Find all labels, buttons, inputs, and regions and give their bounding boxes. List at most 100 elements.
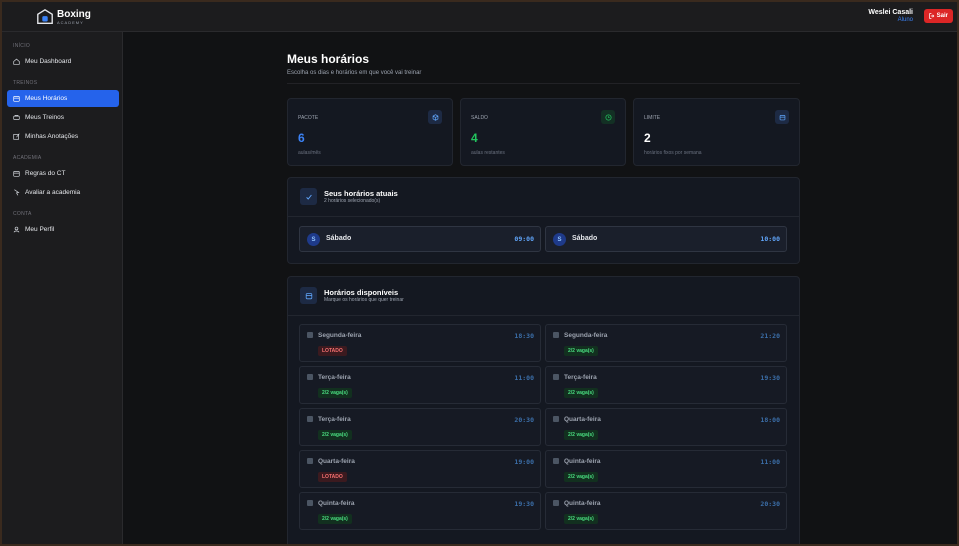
- main-content: Meus horários Escolha os dias e horários…: [123, 32, 957, 544]
- status-badge: 2/2 vaga(s): [564, 346, 598, 356]
- slot-checkbox[interactable]: [307, 374, 313, 380]
- slot-time: 20:30: [514, 416, 534, 424]
- sidebar-section-conta: CONTA: [13, 211, 32, 217]
- available-slot[interactable]: Quarta-feira 18:00 2/2 vaga(s): [545, 408, 787, 446]
- current-schedule-subtitle: 2 horários selecionado(s): [324, 198, 381, 204]
- status-badge: 2/2 vaga(s): [318, 388, 352, 398]
- current-slot[interactable]: S Sábado 10:00: [545, 226, 787, 252]
- logout-icon: [928, 13, 934, 19]
- page-subtitle: Escolha os dias e horários em que você v…: [287, 70, 422, 76]
- slot-time: 09:00: [514, 235, 534, 243]
- slot-day: Sábado: [326, 235, 352, 242]
- logout-label: Sair: [936, 13, 948, 19]
- divider: [288, 216, 799, 217]
- status-badge: LOTADO: [318, 346, 347, 356]
- boxing-logo-icon: [37, 9, 53, 24]
- available-slot[interactable]: Terça-feira 20:30 2/2 vaga(s): [299, 408, 541, 446]
- available-slot[interactable]: Quarta-feira 19:00 LOTADO: [299, 450, 541, 488]
- slot-day: Quinta-feira: [318, 500, 355, 507]
- sidebar-item-regras-do-ct[interactable]: Regras do CT: [7, 165, 119, 182]
- slot-day: Segunda-feira: [564, 332, 608, 339]
- status-badge: 2/2 vaga(s): [564, 514, 598, 524]
- logo-title: Boxing: [57, 8, 91, 20]
- stat-card-pacote: PACOTE 6 aulas/mês: [287, 98, 453, 166]
- slot-time: 11:00: [514, 374, 534, 382]
- status-badge: 2/2 vaga(s): [564, 388, 598, 398]
- stat-caption: aulas/mês: [298, 150, 321, 156]
- page-title: Meus horários: [287, 52, 370, 66]
- stat-label: PACOTE: [298, 115, 319, 121]
- available-slot[interactable]: Quinta-feira 19:30 2/2 vaga(s): [299, 492, 541, 530]
- stat-card-limite: LIMITE 2 horários fixos por semana: [633, 98, 800, 166]
- top-bar: Boxing ACADEMY Weslei Casali Aluno Sair: [2, 2, 957, 32]
- slot-checkbox[interactable]: [553, 374, 559, 380]
- stat-label: LIMITE: [644, 115, 661, 121]
- slot-checkbox[interactable]: [307, 332, 313, 338]
- slot-time: 21:20: [760, 332, 780, 340]
- available-slot[interactable]: Segunda-feira 18:30 LOTADO: [299, 324, 541, 362]
- calendar-icon: [300, 287, 317, 304]
- slot-checkbox[interactable]: [307, 416, 313, 422]
- stat-caption: aulas restantes: [471, 150, 505, 156]
- available-slot[interactable]: Terça-feira 11:00 2/2 vaga(s): [299, 366, 541, 404]
- slot-time: 18:00: [760, 416, 780, 424]
- check-icon: [300, 188, 317, 205]
- available-slot[interactable]: Segunda-feira 21:20 2/2 vaga(s): [545, 324, 787, 362]
- slot-checkbox[interactable]: [307, 458, 313, 464]
- status-badge: 2/2 vaga(s): [318, 514, 352, 524]
- sidebar-item-label: Minhas Anotações: [25, 133, 79, 140]
- logout-button[interactable]: Sair: [923, 9, 953, 23]
- sidebar-item-meu-perfil[interactable]: Meu Perfil: [7, 221, 119, 238]
- sidebar-section-inicio: INÍCIO: [13, 43, 31, 49]
- status-badge: 2/2 vaga(s): [564, 430, 598, 440]
- available-slot[interactable]: Terça-feira 19:30 2/2 vaga(s): [545, 366, 787, 404]
- slot-time: 11:00: [760, 458, 780, 466]
- slot-checkbox[interactable]: [553, 332, 559, 338]
- slot-checkbox[interactable]: [307, 500, 313, 506]
- stat-value: 2: [644, 131, 651, 145]
- sidebar-item-avaliar-academia[interactable]: Avaliar a academia: [7, 184, 119, 201]
- slot-day: Segunda-feira: [318, 332, 362, 339]
- edit-icon: [13, 133, 20, 140]
- slot-day: Terça-feira: [564, 374, 597, 381]
- slot-checkbox[interactable]: [553, 500, 559, 506]
- slot-day: Terça-feira: [318, 374, 351, 381]
- stat-label: SALDO: [471, 115, 488, 121]
- calendar-icon: [13, 171, 20, 177]
- sidebar-item-dashboard[interactable]: Meu Dashboard: [7, 53, 119, 70]
- slot-time: 19:30: [514, 500, 534, 508]
- current-schedule-title: Seus horários atuais: [324, 189, 398, 198]
- stat-caption: horários fixos por semana: [644, 150, 702, 156]
- available-slot[interactable]: Quinta-feira 11:00 2/2 vaga(s): [545, 450, 787, 488]
- sidebar-item-meus-horarios[interactable]: Meus Horários: [7, 90, 119, 107]
- clock-icon: [601, 110, 615, 124]
- slot-time: 18:30: [514, 332, 534, 340]
- slot-checkbox[interactable]: [553, 458, 559, 464]
- box-icon: [428, 110, 442, 124]
- slot-time: 19:30: [760, 374, 780, 382]
- sidebar-item-label: Meu Dashboard: [25, 58, 72, 65]
- pointer-icon: [14, 189, 20, 196]
- sidebar: INÍCIO Meu Dashboard TREINOS Meus Horári…: [2, 32, 123, 544]
- current-slot[interactable]: S Sábado 09:00: [299, 226, 541, 252]
- user-info: Weslei Casali Aluno: [868, 9, 913, 23]
- available-schedule-subtitle: Marque os horários que quer treinar: [324, 297, 404, 303]
- stat-card-saldo: SALDO 4 aulas restantes: [460, 98, 626, 166]
- user-role: Aluno: [897, 16, 913, 23]
- day-initial: S: [307, 233, 320, 246]
- available-schedule-title: Horários disponíveis: [324, 288, 399, 297]
- divider: [287, 83, 800, 84]
- slot-checkbox[interactable]: [553, 416, 559, 422]
- app-window: Boxing ACADEMY Weslei Casali Aluno Sair …: [2, 2, 957, 544]
- home-icon: [13, 58, 20, 65]
- sidebar-item-meus-treinos[interactable]: Meus Treinos: [7, 109, 119, 126]
- status-badge: LOTADO: [318, 472, 347, 482]
- sidebar-item-minhas-anotacoes[interactable]: Minhas Anotações: [7, 128, 119, 145]
- sidebar-item-label: Meus Treinos: [25, 114, 65, 121]
- available-slot[interactable]: Quinta-feira 20:30 2/2 vaga(s): [545, 492, 787, 530]
- slot-day: Quinta-feira: [564, 500, 601, 507]
- logo[interactable]: Boxing ACADEMY: [36, 8, 91, 26]
- status-badge: 2/2 vaga(s): [318, 430, 352, 440]
- user-name: Weslei Casali: [868, 9, 913, 16]
- slot-day: Quarta-feira: [318, 458, 355, 465]
